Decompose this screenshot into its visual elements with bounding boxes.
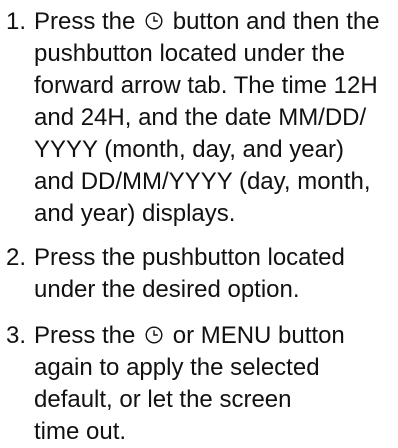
step-text: Press the button and then the pushbutton… — [34, 6, 394, 230]
step-line: default, or let the screen — [34, 386, 292, 413]
step-line: and 24H, and the date MM/DD/ — [34, 104, 367, 131]
step-line: time out. — [34, 418, 127, 445]
step-line: Press the or MENU button — [34, 320, 394, 352]
step-text: Press the pushbutton located under the d… — [34, 242, 394, 306]
step-line: and year) displays. — [34, 200, 236, 227]
step-line: YYYY (month, day, and year) — [34, 136, 344, 163]
step-text: Press the or MENU button again to apply … — [34, 320, 394, 448]
step-line: again to apply the selected — [34, 354, 320, 381]
clock-icon — [145, 326, 163, 344]
step-number: 2. — [6, 244, 27, 271]
step-line: under the desired option. — [34, 276, 300, 303]
instruction-list: 1. Press the button and then the pushbut… — [0, 0, 398, 445]
step-line: Press the button and then the — [34, 6, 394, 38]
step-line-text: button and then the — [166, 8, 380, 35]
step-number: 1. — [6, 8, 27, 35]
step-line-text: or MENU button — [166, 322, 345, 349]
step-line-text: Press the — [34, 322, 143, 349]
step-line-text: Press the — [34, 8, 143, 35]
step-line: forward arrow tab. The time 12H — [34, 72, 378, 99]
clock-icon — [145, 12, 163, 30]
step-line: pushbutton located under the — [34, 40, 345, 67]
step-number: 3. — [6, 322, 27, 349]
step-line: Press the pushbutton located — [34, 244, 345, 271]
step-line: and DD/MM/YYYY (day, month, — [34, 168, 371, 195]
